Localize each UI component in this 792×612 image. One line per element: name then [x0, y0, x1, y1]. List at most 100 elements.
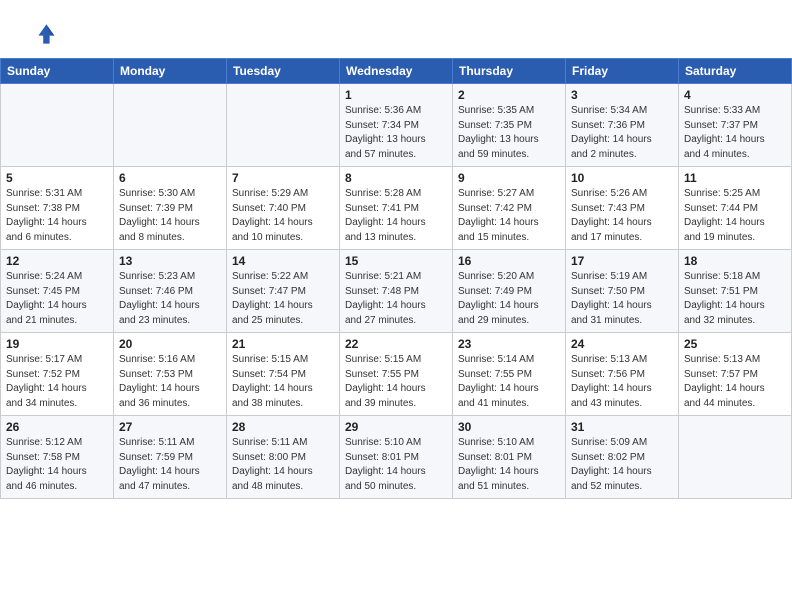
- calendar-cell: 22Sunrise: 5:15 AMSunset: 7:55 PMDayligh…: [340, 333, 453, 416]
- day-number: 5: [6, 171, 108, 185]
- calendar-cell: 31 Sunrise: 5:09 AMSunset: 8:02 PMDayligh…: [566, 416, 679, 499]
- calendar-cell: 1 Sunrise: 5:36 AMSunset: 7:34 PMDaylight…: [340, 84, 453, 167]
- day-info: Sunrise: 5:11 AMSunset: 8:00 PMDaylight:…: [232, 436, 334, 494]
- day-info: Sunrise: 5:12 AMSunset: 7:58 PMDaylight:…: [6, 436, 108, 494]
- day-number: 29: [345, 420, 447, 434]
- weekday-header-friday: Friday: [566, 59, 679, 84]
- day-number: 3: [571, 88, 673, 102]
- calendar-header: SundayMondayTuesdayWednesdayThursdayFrid…: [1, 59, 792, 84]
- day-info: Sunrise: 5:30 AMSunset: 7:39 PMDaylight:…: [119, 187, 221, 245]
- day-number: 7: [232, 171, 334, 185]
- day-info: Sunrise: 5:10 AMSunset: 8:01 PMDaylight:…: [458, 436, 560, 494]
- day-number: 26: [6, 420, 108, 434]
- day-info: Sunrise: 5:27 AMSunset: 7:42 PMDaylight:…: [458, 187, 560, 245]
- calendar-cell: 30 Sunrise: 5:10 AMSunset: 8:01 PMDayligh…: [453, 416, 566, 499]
- calendar-week-row: 26 Sunrise: 5:12 AMSunset: 7:58 PMDayligh…: [1, 416, 792, 499]
- day-number: 14: [232, 254, 334, 268]
- day-info: Sunrise: 5:24 AMSunset: 7:45 PMDaylight:…: [6, 270, 108, 328]
- calendar-cell: 11Sunrise: 5:25 AMSunset: 7:44 PMDayligh…: [679, 167, 792, 250]
- day-info: Sunrise: 5:19 AMSunset: 7:50 PMDaylight:…: [571, 270, 673, 328]
- calendar-cell: 18 Sunrise: 5:18 AMSunset: 7:51 PMDayligh…: [679, 250, 792, 333]
- weekday-header-wednesday: Wednesday: [340, 59, 453, 84]
- day-info: Sunrise: 5:35 AMSunset: 7:35 PMDaylight:…: [458, 104, 560, 162]
- weekday-header-sunday: Sunday: [1, 59, 114, 84]
- calendar-cell: 15 Sunrise: 5:21 AMSunset: 7:48 PMDayligh…: [340, 250, 453, 333]
- calendar-cell: [114, 84, 227, 167]
- calendar-cell: 9Sunrise: 5:27 AMSunset: 7:42 PMDaylight…: [453, 167, 566, 250]
- calendar-cell: 10Sunrise: 5:26 AMSunset: 7:43 PMDayligh…: [566, 167, 679, 250]
- day-info: Sunrise: 5:10 AMSunset: 8:01 PMDaylight:…: [345, 436, 447, 494]
- calendar-cell: 23Sunrise: 5:14 AMSunset: 7:55 PMDayligh…: [453, 333, 566, 416]
- weekday-header-saturday: Saturday: [679, 59, 792, 84]
- calendar-cell: 28 Sunrise: 5:11 AMSunset: 8:00 PMDayligh…: [227, 416, 340, 499]
- day-number: 28: [232, 420, 334, 434]
- calendar-cell: 6 Sunrise: 5:30 AMSunset: 7:39 PMDaylight…: [114, 167, 227, 250]
- day-number: 23: [458, 337, 560, 351]
- day-info: Sunrise: 5:15 AMSunset: 7:54 PMDaylight:…: [232, 353, 334, 411]
- day-info: Sunrise: 5:22 AMSunset: 7:47 PMDaylight:…: [232, 270, 334, 328]
- day-info: Sunrise: 5:36 AMSunset: 7:34 PMDaylight:…: [345, 104, 447, 162]
- day-number: 13: [119, 254, 221, 268]
- calendar-cell: 4Sunrise: 5:33 AMSunset: 7:37 PMDaylight…: [679, 84, 792, 167]
- calendar-week-row: 19 Sunrise: 5:17 AMSunset: 7:52 PMDayligh…: [1, 333, 792, 416]
- calendar-cell: 17 Sunrise: 5:19 AMSunset: 7:50 PMDayligh…: [566, 250, 679, 333]
- day-number: 16: [458, 254, 560, 268]
- day-number: 19: [6, 337, 108, 351]
- day-number: 18: [684, 254, 786, 268]
- calendar-cell: [679, 416, 792, 499]
- calendar-cell: 27 Sunrise: 5:11 AMSunset: 7:59 PMDayligh…: [114, 416, 227, 499]
- day-number: 15: [345, 254, 447, 268]
- day-info: Sunrise: 5:34 AMSunset: 7:36 PMDaylight:…: [571, 104, 673, 162]
- calendar-cell: 7 Sunrise: 5:29 AMSunset: 7:40 PMDaylight…: [227, 167, 340, 250]
- day-number: 31: [571, 420, 673, 434]
- day-number: 4: [684, 88, 786, 102]
- day-number: 1: [345, 88, 447, 102]
- day-number: 11: [684, 171, 786, 185]
- day-number: 8: [345, 171, 447, 185]
- calendar-cell: 24Sunrise: 5:13 AMSunset: 7:56 PMDayligh…: [566, 333, 679, 416]
- day-info: Sunrise: 5:17 AMSunset: 7:52 PMDaylight:…: [6, 353, 108, 411]
- day-number: 30: [458, 420, 560, 434]
- header: [0, 0, 792, 58]
- day-number: 21: [232, 337, 334, 351]
- page: SundayMondayTuesdayWednesdayThursdayFrid…: [0, 0, 792, 499]
- calendar-cell: 20Sunrise: 5:16 AMSunset: 7:53 PMDayligh…: [114, 333, 227, 416]
- calendar-cell: 12Sunrise: 5:24 AMSunset: 7:45 PMDayligh…: [1, 250, 114, 333]
- weekday-header-monday: Monday: [114, 59, 227, 84]
- calendar-cell: 2Sunrise: 5:35 AMSunset: 7:35 PMDaylight…: [453, 84, 566, 167]
- day-info: Sunrise: 5:20 AMSunset: 7:49 PMDaylight:…: [458, 270, 560, 328]
- day-number: 27: [119, 420, 221, 434]
- calendar-cell: 21 Sunrise: 5:15 AMSunset: 7:54 PMDayligh…: [227, 333, 340, 416]
- day-info: Sunrise: 5:13 AMSunset: 7:57 PMDaylight:…: [684, 353, 786, 411]
- logo-icon: [24, 18, 56, 50]
- day-info: Sunrise: 5:21 AMSunset: 7:48 PMDaylight:…: [345, 270, 447, 328]
- calendar-cell: 13 Sunrise: 5:23 AMSunset: 7:46 PMDayligh…: [114, 250, 227, 333]
- calendar-cell: 8Sunrise: 5:28 AMSunset: 7:41 PMDaylight…: [340, 167, 453, 250]
- day-info: Sunrise: 5:29 AMSunset: 7:40 PMDaylight:…: [232, 187, 334, 245]
- day-number: 6: [119, 171, 221, 185]
- day-info: Sunrise: 5:11 AMSunset: 7:59 PMDaylight:…: [119, 436, 221, 494]
- calendar-cell: 29 Sunrise: 5:10 AMSunset: 8:01 PMDayligh…: [340, 416, 453, 499]
- day-number: 17: [571, 254, 673, 268]
- day-number: 25: [684, 337, 786, 351]
- weekday-header-tuesday: Tuesday: [227, 59, 340, 84]
- calendar-cell: [227, 84, 340, 167]
- calendar-cell: 25 Sunrise: 5:13 AMSunset: 7:57 PMDayligh…: [679, 333, 792, 416]
- day-info: Sunrise: 5:31 AMSunset: 7:38 PMDaylight:…: [6, 187, 108, 245]
- day-info: Sunrise: 5:16 AMSunset: 7:53 PMDaylight:…: [119, 353, 221, 411]
- day-number: 10: [571, 171, 673, 185]
- day-info: Sunrise: 5:23 AMSunset: 7:46 PMDaylight:…: [119, 270, 221, 328]
- day-info: Sunrise: 5:18 AMSunset: 7:51 PMDaylight:…: [684, 270, 786, 328]
- calendar-cell: 3 Sunrise: 5:34 AMSunset: 7:36 PMDaylight…: [566, 84, 679, 167]
- calendar-cell: 14 Sunrise: 5:22 AMSunset: 7:47 PMDayligh…: [227, 250, 340, 333]
- calendar-cell: 16 Sunrise: 5:20 AMSunset: 7:49 PMDayligh…: [453, 250, 566, 333]
- logo: [24, 18, 60, 50]
- calendar-week-row: 5 Sunrise: 5:31 AMSunset: 7:38 PMDaylight…: [1, 167, 792, 250]
- day-number: 22: [345, 337, 447, 351]
- calendar-cell: [1, 84, 114, 167]
- day-info: Sunrise: 5:13 AMSunset: 7:56 PMDaylight:…: [571, 353, 673, 411]
- calendar-body: 1 Sunrise: 5:36 AMSunset: 7:34 PMDaylight…: [1, 84, 792, 499]
- day-info: Sunrise: 5:09 AMSunset: 8:02 PMDaylight:…: [571, 436, 673, 494]
- calendar-cell: 26 Sunrise: 5:12 AMSunset: 7:58 PMDayligh…: [1, 416, 114, 499]
- calendar-week-row: 12Sunrise: 5:24 AMSunset: 7:45 PMDayligh…: [1, 250, 792, 333]
